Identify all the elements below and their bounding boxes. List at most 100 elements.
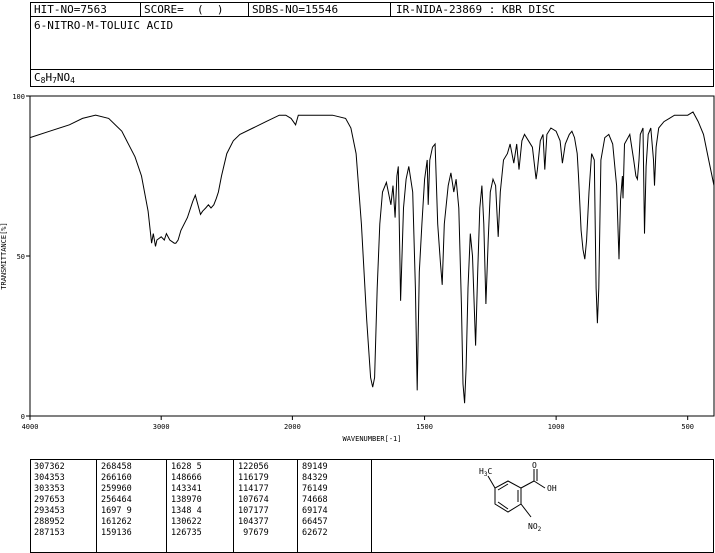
peak-wavenumber: 3043 [34, 473, 55, 483]
peak-wavenumber: 2599 [101, 484, 122, 494]
peak-transmittance: 77 [258, 484, 269, 494]
peak-wavenumber: 1161 [238, 473, 259, 483]
x-tick-label: 500 [681, 423, 694, 431]
peak-transmittance: 74 [258, 495, 269, 505]
peak-wavenumber: 761 [302, 484, 318, 494]
peak-row: 2564 64 [101, 495, 132, 506]
peak-transmittance: 58 [121, 462, 132, 472]
peak-transmittance: 41 [191, 484, 202, 494]
peak-row: 1697 9 [101, 506, 132, 517]
ring-double-bond [497, 483, 509, 491]
nitro-label: NO2 [528, 522, 542, 533]
x-tick-label: 2000 [284, 423, 301, 431]
peak-wavenumber: 3073 [34, 462, 55, 472]
oxygen-label: O [532, 461, 537, 470]
peak-wavenumber: 1267 [171, 528, 192, 538]
peak-row: 761 49 [302, 484, 328, 495]
carboxyl-bond [520, 480, 535, 489]
peak-transmittance: 5 [196, 462, 202, 472]
peak-transmittance: 9 [126, 506, 132, 516]
peak-wavenumber: 891 [302, 462, 318, 472]
peak-wavenumber: 1389 [171, 495, 192, 505]
peak-row: 1076 74 [238, 495, 269, 506]
peak-column-divider [96, 459, 97, 553]
peak-wavenumber: 843 [302, 473, 318, 483]
peak-transmittance: 66 [191, 473, 202, 483]
peak-transmittance: 60 [121, 473, 132, 483]
peak-transmittance: 60 [121, 484, 132, 494]
peak-wavenumber: 2684 [101, 462, 122, 472]
peak-row: 691 74 [302, 506, 328, 517]
peak-row: 891 49 [302, 462, 328, 473]
peak-row: 1306 22 [171, 517, 202, 528]
peak-wavenumber: 1433 [171, 484, 192, 494]
peak-transmittance: 72 [317, 528, 328, 538]
nitro-bond [520, 503, 532, 518]
peak-wavenumber: 746 [302, 495, 318, 505]
peak-wavenumber: 1141 [238, 484, 259, 494]
peak-wavenumber: 2934 [34, 506, 55, 516]
molecular-structure: H3C O OH NO2 [479, 461, 557, 533]
peak-wavenumber: 2871 [34, 528, 55, 538]
peak-row: 1141 77 [238, 484, 269, 495]
peak-row: 2976 53 [34, 495, 65, 506]
peak-transmittance: 79 [258, 473, 269, 483]
peak-row: 2871 53 [34, 528, 65, 539]
peak-row: 1348 4 [171, 506, 202, 517]
peak-transmittance: 53 [54, 473, 65, 483]
peak-column: 2684 58 2661 60 2599 60 2564 64 1697 9 1612 62 1591 3… [101, 462, 132, 539]
peak-row: 1591 36 [101, 528, 132, 539]
peak-column: 1220 56 1161 79 1141 77 1076 74 1071 77 1043 77 976 7… [238, 462, 269, 539]
x-tick-label: 4000 [22, 423, 39, 431]
peak-row: 1220 56 [238, 462, 269, 473]
peak-wavenumber: 1697 [101, 506, 122, 516]
peak-column: 891 49 843 29 761 49 746 68 691 74 664 57 626 72 [302, 462, 328, 539]
peak-transmittance: 52 [54, 517, 65, 527]
peak-wavenumber: 976 [243, 528, 259, 538]
peak-transmittance: 70 [191, 495, 202, 505]
peak-row: 664 57 [302, 517, 328, 528]
peak-wavenumber: 1628 [171, 462, 192, 472]
peak-transmittance: 68 [317, 495, 328, 505]
x-tick-label: 1000 [548, 423, 565, 431]
peak-row: 1071 77 [238, 506, 269, 517]
peak-row: 2889 52 [34, 517, 65, 528]
peak-column-divider [166, 459, 167, 553]
ring-double-bond [497, 501, 509, 510]
peak-column: 3073 62 3043 53 3033 53 2976 53 2934 53 2889 52 2871… [34, 462, 65, 539]
peak-transmittance: 29 [317, 473, 328, 483]
peak-row: 1161 79 [238, 473, 269, 484]
peak-row: 1389 70 [171, 495, 202, 506]
benzene-ring [494, 480, 522, 513]
peak-wavenumber: 691 [302, 506, 318, 516]
peak-wavenumber: 626 [302, 528, 318, 538]
peak-row: 2599 60 [101, 484, 132, 495]
peak-row: 843 29 [302, 473, 328, 484]
peak-row: 3073 62 [34, 462, 65, 473]
peak-wavenumber: 1306 [171, 517, 192, 527]
methyl-bond [487, 475, 496, 489]
ir-spectrum-chart: 4000 3000 2000 1500 1000 500 0 50 100 WAVENUMBE… [0, 93, 715, 443]
peak-row: 1486 66 [171, 473, 202, 484]
hydroxyl-label: OH [547, 484, 557, 493]
peak-row: 2684 58 [101, 462, 132, 473]
peak-row: 1043 77 [238, 517, 269, 528]
peak-column-divider [297, 459, 298, 553]
peak-transmittance: 53 [54, 484, 65, 494]
y-tick-label: 100 [12, 93, 25, 101]
peak-transmittance: 4 [196, 506, 202, 516]
peak-transmittance: 64 [121, 495, 132, 505]
peak-row: 3033 53 [34, 484, 65, 495]
peak-transmittance: 77 [258, 506, 269, 516]
y-tick-label: 50 [17, 253, 25, 261]
peak-row: 1267 35 [171, 528, 202, 539]
peak-wavenumber: 2976 [34, 495, 55, 505]
peak-transmittance: 49 [317, 462, 328, 472]
x-tick-label: 1500 [416, 423, 433, 431]
peak-transmittance: 53 [54, 506, 65, 516]
x-tick-label: 3000 [153, 423, 170, 431]
peak-transmittance: 22 [191, 517, 202, 527]
peak-wavenumber: 1071 [238, 506, 259, 516]
peak-row: 626 72 [302, 528, 328, 539]
peak-transmittance: 36 [121, 528, 132, 538]
